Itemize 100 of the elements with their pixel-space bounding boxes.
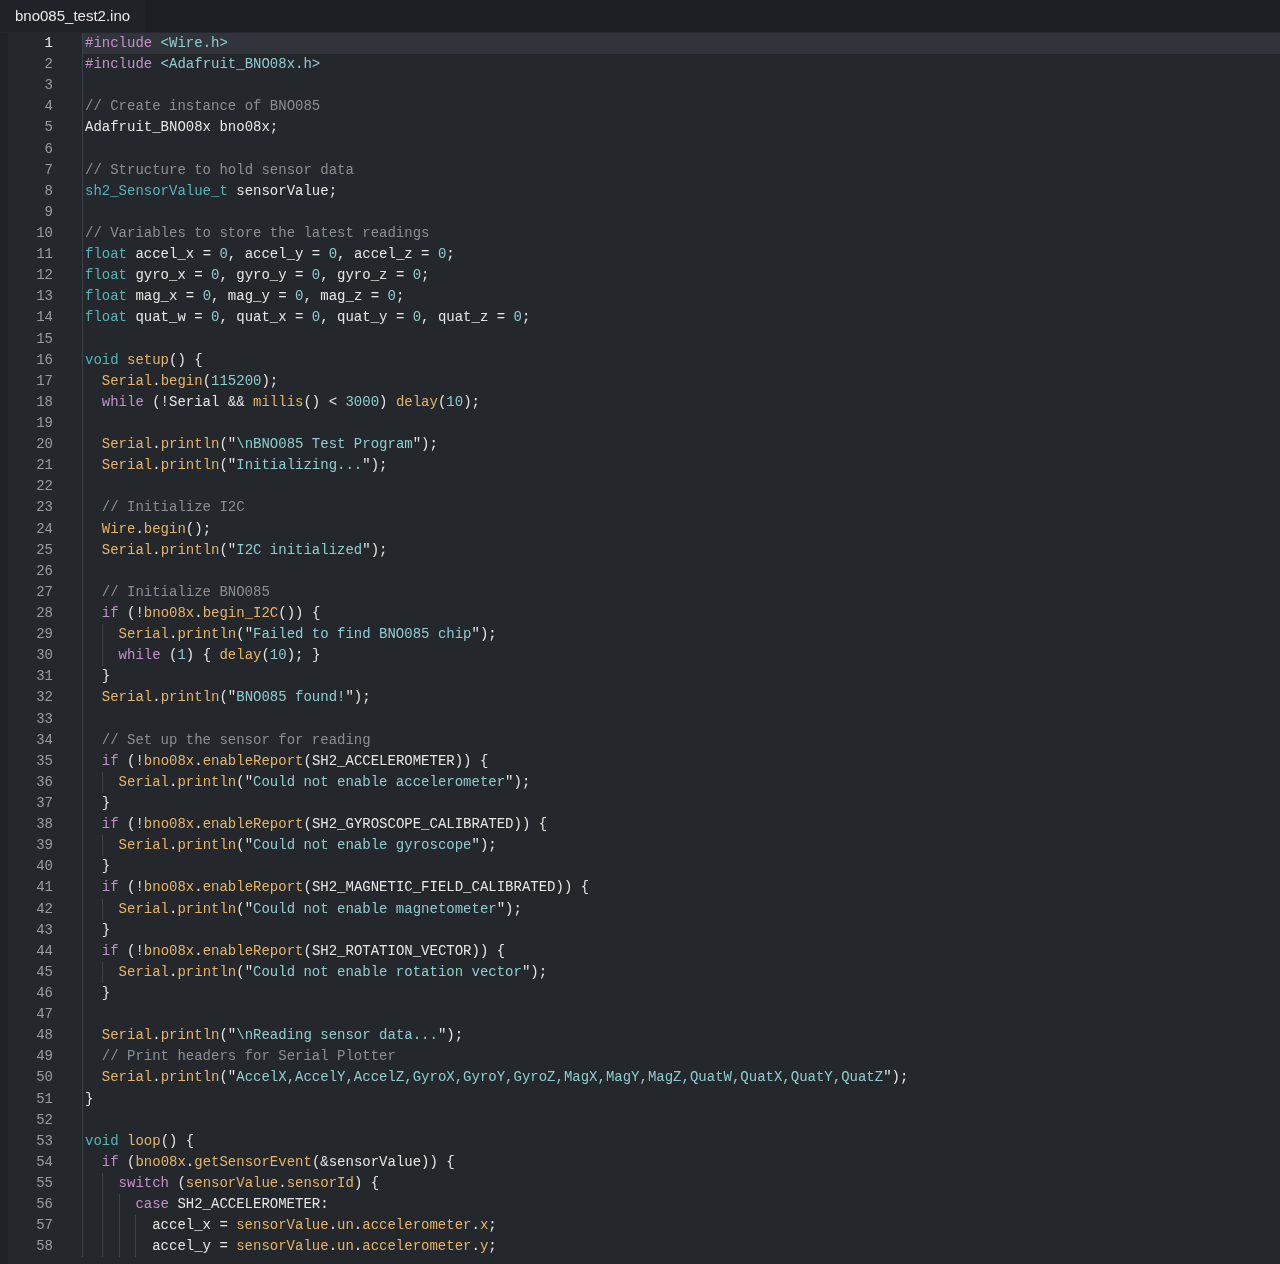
line-number: 54 [35, 1152, 53, 1172]
code-line: Serial.println("I2C initialized"); [100, 540, 388, 560]
code-line: Adafruit_BNO08x bno08x; [85, 118, 279, 138]
code-line: float gyro_x = 0, gyro_y = 0, gyro_z = 0; [85, 266, 430, 286]
line-number: 19 [35, 414, 53, 433]
line-number: 42 [35, 899, 53, 919]
line-number: 27 [35, 582, 53, 602]
code-line: switch (sensorValue.sensorId) { [85, 1172, 380, 1194]
line-number: 33 [35, 709, 53, 729]
line-number: 53 [35, 1131, 53, 1151]
code-line: Serial.println("\nBNO085 Test Program"); [100, 435, 438, 455]
line-number: 35 [35, 751, 53, 771]
line-number: 10 [35, 224, 53, 244]
line-number: 28 [35, 604, 53, 623]
line-number: 6 [43, 139, 53, 159]
code-line: sh2_SensorValue_t sensorValue; [85, 181, 338, 201]
code-line: Serial.println("AccelX,AccelY,AccelZ,GyroX,GyroY,GyroZ,MagX,MagY,MagZ,QuatW,QuatX,QuatY,QuatZ"); [100, 1068, 909, 1088]
line-number: 30 [35, 646, 53, 666]
line-number: 56 [35, 1195, 53, 1215]
line-number: 29 [35, 625, 53, 645]
line-number: 5 [43, 118, 53, 138]
code-line: void setup() { [85, 350, 203, 370]
code-line: } [100, 920, 111, 940]
line-number: 17 [35, 371, 53, 391]
line-number: 22 [35, 477, 53, 497]
line-number: 2 [43, 55, 53, 75]
line-number: 38 [35, 815, 53, 835]
line-number: 37 [35, 794, 53, 813]
line-number: 25 [35, 540, 53, 560]
code-line: float quat_w = 0, quat_x = 0, quat_y = 0, quat_z = 0; [85, 308, 531, 328]
line-number: 49 [35, 1047, 53, 1067]
line-number: 40 [35, 857, 53, 877]
code-line: } [100, 794, 111, 813]
code-line: void loop() { [85, 1131, 195, 1151]
line-number: 57 [35, 1216, 53, 1236]
line-number: 12 [35, 266, 53, 286]
line-number: 32 [35, 688, 53, 708]
line-number: 55 [35, 1173, 53, 1193]
code-line: if (!bno08x.enableReport(SH2_GYROSCOPE_CALIBRATED)) { [100, 815, 548, 835]
line-number: 18 [35, 392, 53, 412]
line-number: 45 [35, 962, 53, 982]
code-line: // Variables to store the latest readings [85, 224, 430, 244]
line-number: 50 [35, 1068, 53, 1088]
code-line: Wire.begin(); [100, 519, 212, 539]
code-line: // Set up the sensor for reading [100, 730, 371, 750]
code-line: if (!bno08x.enableReport(SH2_ROTATION_VECTOR)) { [100, 941, 506, 961]
line-number: 44 [35, 941, 53, 961]
code-line: accel_y = sensorValue.un.accelerometer.y; [85, 1236, 497, 1258]
code-line: while (!Serial && millis() < 3000) delay(10); [100, 392, 480, 412]
code-line: if (!bno08x.enableReport(SH2_ACCELEROMETER)) { [100, 751, 489, 771]
code-line: Serial.begin(115200); [100, 371, 279, 391]
line-number: 43 [35, 920, 53, 940]
line-number: 46 [35, 983, 53, 1003]
code-line: Serial.println("BNO085 found!"); [100, 688, 371, 708]
code-line: } [85, 1089, 94, 1109]
code-line: Serial.println("Initializing..."); [100, 456, 388, 476]
line-number: 26 [35, 561, 53, 581]
code-line: if (!bno08x.begin_I2C()) { [100, 604, 321, 623]
line-number: 14 [35, 308, 53, 328]
line-number: 13 [35, 287, 53, 307]
line-number: 52 [35, 1110, 53, 1130]
line-number: 21 [35, 456, 53, 476]
line-number: 51 [35, 1089, 53, 1109]
line-number: 16 [35, 350, 53, 370]
line-number: 48 [35, 1026, 53, 1046]
line-number: 3 [43, 76, 53, 96]
line-number: 1 [43, 34, 53, 54]
line-number: 24 [35, 519, 53, 539]
code-line: Serial.println("Could not enable accelerometer"); [85, 771, 531, 793]
line-number: 8 [43, 181, 53, 201]
code-line: Serial.println("Could not enable magnetometer"); [85, 898, 522, 920]
line-number: 36 [35, 772, 53, 792]
line-number: 31 [35, 667, 53, 687]
code-line: Serial.println("Could not enable rotation vector"); [85, 961, 548, 983]
line-number: 58 [35, 1237, 53, 1257]
code-line: if (!bno08x.enableReport(SH2_MAGNETIC_FIELD_CALIBRATED)) { [100, 878, 590, 898]
code-line: #include <Adafruit_BNO08x.h> [85, 55, 321, 75]
line-number: 47 [35, 1005, 53, 1025]
code-line: // Create instance of BNO085 [85, 97, 321, 117]
line-number: 41 [35, 878, 53, 898]
code-line: } [100, 667, 111, 687]
code-line: } [100, 857, 111, 877]
line-number: 9 [43, 202, 53, 222]
code-line: float mag_x = 0, mag_y = 0, mag_z = 0; [85, 287, 405, 307]
code-line: // Structure to hold sensor data [85, 160, 354, 180]
line-number: 7 [43, 160, 53, 180]
line-number: 20 [35, 435, 53, 455]
line-number: 11 [35, 245, 53, 265]
line-number: 15 [35, 329, 53, 349]
code-line: Serial.println("\nReading sensor data..."); [100, 1026, 464, 1046]
line-number: 4 [43, 97, 53, 117]
code-line: // Initialize BNO085 [100, 582, 270, 602]
line-number: 34 [35, 730, 53, 750]
line-number: 39 [35, 836, 53, 856]
code-line: float accel_x = 0, accel_y = 0, accel_z = 0; [85, 245, 455, 265]
code-line: #include <Wire.h> [85, 34, 228, 54]
line-number: 23 [35, 498, 53, 518]
code-line: // Initialize I2C [100, 498, 245, 518]
code-line: // Print headers for Serial Plotter [100, 1047, 396, 1067]
code-line: if (bno08x.getSensorEvent(&sensorValue)) { [100, 1152, 455, 1172]
